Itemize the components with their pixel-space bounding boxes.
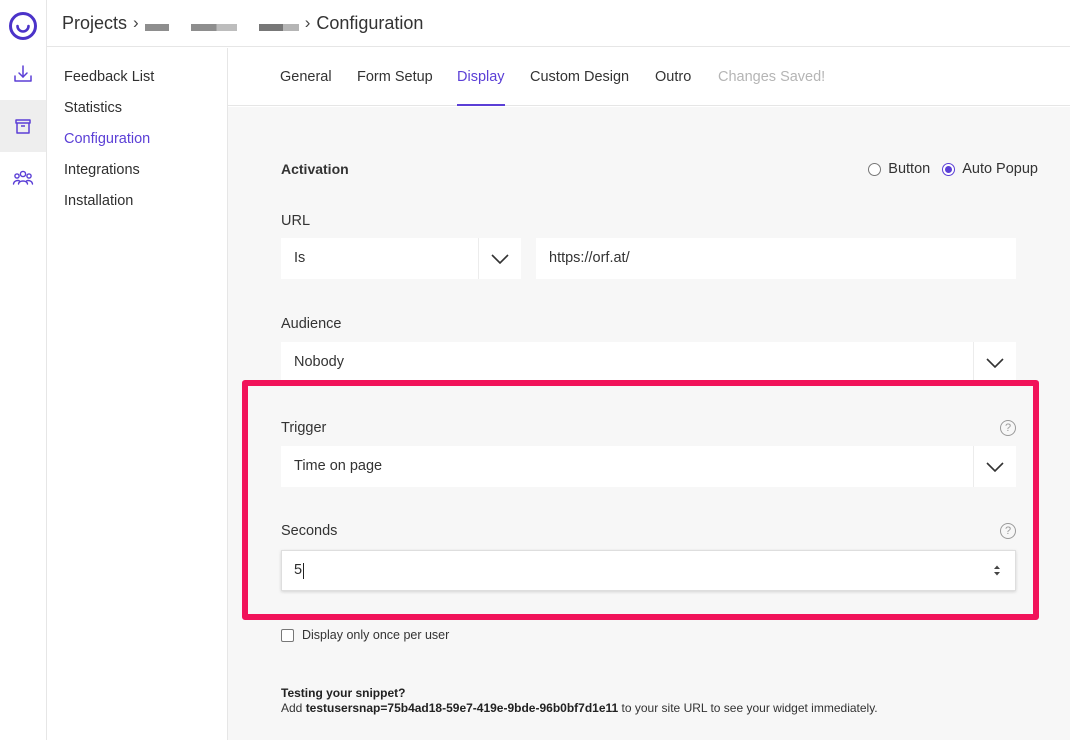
team-icon[interactable] bbox=[0, 152, 46, 204]
seconds-input[interactable]: 5 bbox=[281, 550, 1016, 591]
seconds-value: 5 bbox=[294, 562, 303, 578]
activation-radio-group: Button Auto Popup bbox=[868, 161, 1038, 177]
trigger-select[interactable]: Time on page bbox=[281, 446, 1016, 487]
chevron-down-icon[interactable] bbox=[973, 446, 1016, 487]
download-icon[interactable] bbox=[0, 48, 46, 100]
tab-outro[interactable]: Outro bbox=[655, 48, 691, 106]
url-value: https://orf.at/ bbox=[549, 250, 630, 266]
usersnap-logo-icon[interactable] bbox=[0, 0, 46, 52]
activation-option-button[interactable]: Button bbox=[868, 161, 930, 177]
snippet-instructions: Add testusersnap=75b4ad18-59e7-419e-9bde… bbox=[281, 701, 878, 715]
trigger-label: Trigger bbox=[281, 420, 327, 436]
redacted-breadcrumb-segment bbox=[144, 23, 169, 31]
number-spinner-icon[interactable] bbox=[993, 564, 1001, 577]
url-operator-value: Is bbox=[294, 250, 306, 266]
snippet-suffix: to your site URL to see your widget imme… bbox=[618, 701, 878, 715]
url-label: URL bbox=[281, 213, 311, 229]
archive-box-icon[interactable] bbox=[0, 100, 46, 152]
seconds-label: Seconds bbox=[281, 523, 338, 539]
redacted-breadcrumb-segment bbox=[258, 23, 299, 31]
activation-option-auto-popup[interactable]: Auto Popup bbox=[942, 161, 1038, 177]
tab-form-setup[interactable]: Form Setup bbox=[357, 48, 433, 106]
audience-select[interactable]: Nobody bbox=[281, 342, 1016, 383]
snippet-title: Testing your snippet? bbox=[281, 686, 406, 700]
subnav-item-configuration[interactable]: Configuration bbox=[47, 129, 227, 160]
display-once-label: Display only once per user bbox=[302, 628, 450, 642]
snippet-prefix: Add bbox=[281, 701, 306, 715]
trigger-help-icon[interactable]: ? bbox=[1000, 420, 1016, 436]
radio-label: Button bbox=[888, 161, 931, 177]
radio-label: Auto Popup bbox=[962, 161, 1038, 177]
audience-value: Nobody bbox=[294, 354, 344, 370]
project-subnav: Feedback List Statistics Configuration I… bbox=[47, 48, 228, 740]
subnav-item-feedback-list[interactable]: Feedback List bbox=[47, 67, 227, 98]
subnav-item-installation[interactable]: Installation bbox=[47, 191, 227, 222]
breadcrumb-current: Configuration bbox=[316, 12, 424, 33]
url-value-input[interactable]: https://orf.at/ bbox=[536, 238, 1016, 279]
url-operator-select[interactable]: Is bbox=[281, 238, 521, 279]
breadcrumb: Projects › › Configuration bbox=[62, 13, 423, 34]
radio-selected-icon[interactable] bbox=[942, 162, 956, 176]
chevron-down-icon[interactable] bbox=[973, 342, 1016, 383]
save-status-text: Changes Saved! bbox=[718, 69, 826, 85]
snippet-code: testusersnap=75b4ad18-59e7-419e-9bde-96b… bbox=[305, 701, 619, 715]
activation-label: Activation bbox=[281, 161, 349, 177]
redacted-breadcrumb-segment bbox=[190, 23, 237, 31]
subnav-item-statistics[interactable]: Statistics bbox=[47, 98, 227, 129]
display-once-checkbox[interactable] bbox=[281, 628, 294, 642]
radio-button-icon[interactable] bbox=[868, 162, 882, 176]
config-tabs: General Form Setup Display Custom Design… bbox=[228, 48, 1070, 106]
breadcrumb-separator-icon: › bbox=[133, 13, 139, 32]
tab-custom-design[interactable]: Custom Design bbox=[530, 48, 629, 106]
text-caret bbox=[303, 563, 304, 579]
display-once-option[interactable]: Display only once per user bbox=[281, 628, 449, 642]
tab-general[interactable]: General bbox=[280, 48, 332, 106]
seconds-help-icon[interactable]: ? bbox=[1000, 523, 1016, 539]
app-rail bbox=[0, 0, 47, 740]
trigger-value: Time on page bbox=[294, 458, 383, 474]
tab-display[interactable]: Display bbox=[457, 48, 505, 106]
display-settings-panel: Activation Button Auto Popup URL Is http… bbox=[228, 107, 1070, 740]
chevron-down-icon[interactable] bbox=[478, 238, 521, 279]
breadcrumb-projects[interactable]: Projects bbox=[62, 13, 127, 34]
top-header: Projects › › Configuration bbox=[47, 0, 1070, 47]
breadcrumb-separator-icon: › bbox=[304, 13, 311, 32]
audience-label: Audience bbox=[281, 316, 342, 332]
subnav-item-integrations[interactable]: Integrations bbox=[47, 160, 227, 191]
